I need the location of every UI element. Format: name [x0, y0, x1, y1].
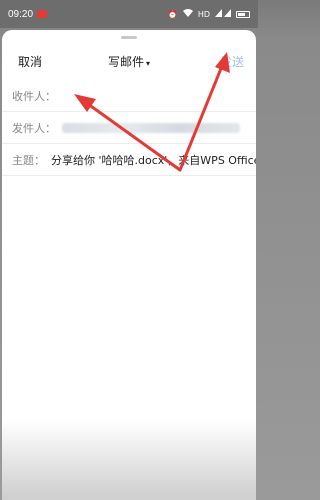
- sender-field[interactable]: 发件人：: [2, 112, 256, 144]
- status-icons: ⏰ HD: [168, 9, 250, 19]
- compose-header: 取消 写邮件 ▾ 发送: [2, 44, 256, 80]
- sender-label: 发件人：: [12, 121, 56, 135]
- signal-icon: [215, 9, 231, 19]
- recipient-field[interactable]: 收件人：: [2, 80, 256, 112]
- status-time: 09:20: [8, 8, 34, 20]
- send-button[interactable]: 发送: [220, 53, 244, 70]
- alarm-icon: ⏰: [167, 9, 178, 19]
- wifi-icon: [182, 9, 193, 19]
- notification-app-icon: [37, 10, 48, 18]
- chevron-down-icon: ▾: [146, 59, 151, 68]
- bottom-fade: [2, 420, 256, 500]
- compose-title-text: 写邮件: [107, 55, 144, 69]
- recipient-label: 收件人：: [12, 89, 56, 103]
- network-label: HD: [197, 9, 210, 19]
- battery-icon: [236, 10, 250, 18]
- compose-title[interactable]: 写邮件 ▾: [2, 53, 256, 70]
- drag-handle[interactable]: [121, 36, 137, 39]
- sender-address-redacted: [62, 122, 240, 133]
- subject-value[interactable]: 分享给你 '哈哈哈.docx'，来自WPS Office: [51, 152, 256, 168]
- compose-sheet: 取消 写邮件 ▾ 发送 收件人： 发件人： 主题： 分享给你 '哈哈哈.docx'…: [2, 30, 256, 500]
- status-bar: 09:20 ⏰ HD: [0, 0, 258, 28]
- subject-field[interactable]: 主题： 分享给你 '哈哈哈.docx'，来自WPS Office: [2, 144, 256, 176]
- subject-label: 主题：: [12, 153, 45, 167]
